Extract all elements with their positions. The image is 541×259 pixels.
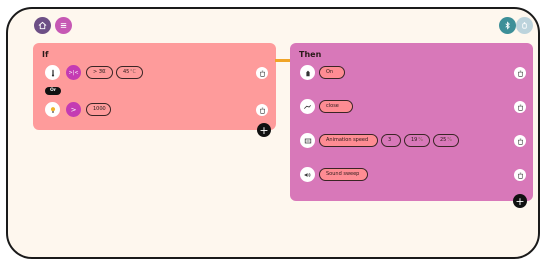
menu-icon (60, 23, 67, 28)
menu-button[interactable] (55, 17, 72, 34)
arm-icon (304, 104, 311, 109)
display-icon (304, 138, 311, 143)
lightbulb-icon (50, 106, 55, 113)
range-compare-icon: >|< (68, 69, 79, 76)
logic-operator-badge[interactable]: Or (45, 87, 62, 95)
trash-icon (259, 70, 265, 77)
then-panel-title: Then (299, 50, 322, 59)
condition-value-field[interactable]: 1000 lx (86, 103, 111, 116)
thermometer-icon (51, 69, 54, 77)
bluetooth-icon (505, 21, 510, 30)
action-selector[interactable]: Sound sweep (319, 168, 368, 181)
comparator-button[interactable]: > (66, 102, 81, 117)
delete-condition-button[interactable] (256, 104, 268, 116)
comparator-button[interactable]: >|< (66, 65, 81, 80)
add-action-button[interactable]: + (513, 194, 527, 208)
action-param-field[interactable]: 19 % (404, 134, 430, 147)
trash-icon (517, 172, 523, 179)
then-panel: Then On close Animation speed 3 19 % 25 … (290, 43, 533, 201)
hand-gesture-icon (305, 70, 310, 76)
delete-action-button[interactable] (514, 101, 526, 113)
action-param-field[interactable]: 25 % (433, 134, 459, 147)
delete-action-button[interactable] (514, 135, 526, 147)
robot-button[interactable] (516, 17, 533, 34)
delete-condition-button[interactable] (256, 67, 268, 79)
delete-action-button[interactable] (514, 67, 526, 79)
add-condition-button[interactable]: + (257, 123, 271, 137)
condition-value-field[interactable]: > 30 °C (86, 66, 113, 79)
bluetooth-button[interactable] (499, 17, 516, 34)
robot-icon (522, 22, 527, 29)
trash-icon (259, 107, 265, 114)
action-device-button[interactable] (300, 99, 315, 114)
action-selector[interactable]: Animation speed (319, 134, 378, 147)
if-panel-title: If (42, 50, 49, 59)
trash-icon (517, 138, 523, 145)
plus-icon: + (515, 194, 525, 208)
action-selector[interactable]: On (319, 66, 345, 79)
home-button[interactable] (34, 17, 51, 34)
action-device-button[interactable] (300, 167, 315, 182)
sound-icon (304, 172, 311, 177)
trash-icon (517, 70, 523, 77)
trash-icon (517, 104, 523, 111)
condition-sensor-button[interactable] (45, 65, 60, 80)
delete-action-button[interactable] (514, 169, 526, 181)
condition-value-field[interactable]: 45 °C (116, 66, 143, 79)
if-then-connector (275, 59, 291, 62)
plus-icon: + (259, 123, 269, 137)
action-device-button[interactable] (300, 65, 315, 80)
condition-sensor-button[interactable] (45, 102, 60, 117)
home-icon (38, 21, 47, 30)
app-frame: If >|< > 30 °C 45 °C Or > 1000 lx + Then… (6, 7, 540, 259)
action-device-button[interactable] (300, 133, 315, 148)
action-selector[interactable]: close (319, 100, 353, 113)
action-param-field[interactable]: 3 (381, 134, 401, 147)
greater-than-icon: > (70, 105, 77, 114)
if-panel: If >|< > 30 °C 45 °C Or > 1000 lx (33, 43, 276, 130)
